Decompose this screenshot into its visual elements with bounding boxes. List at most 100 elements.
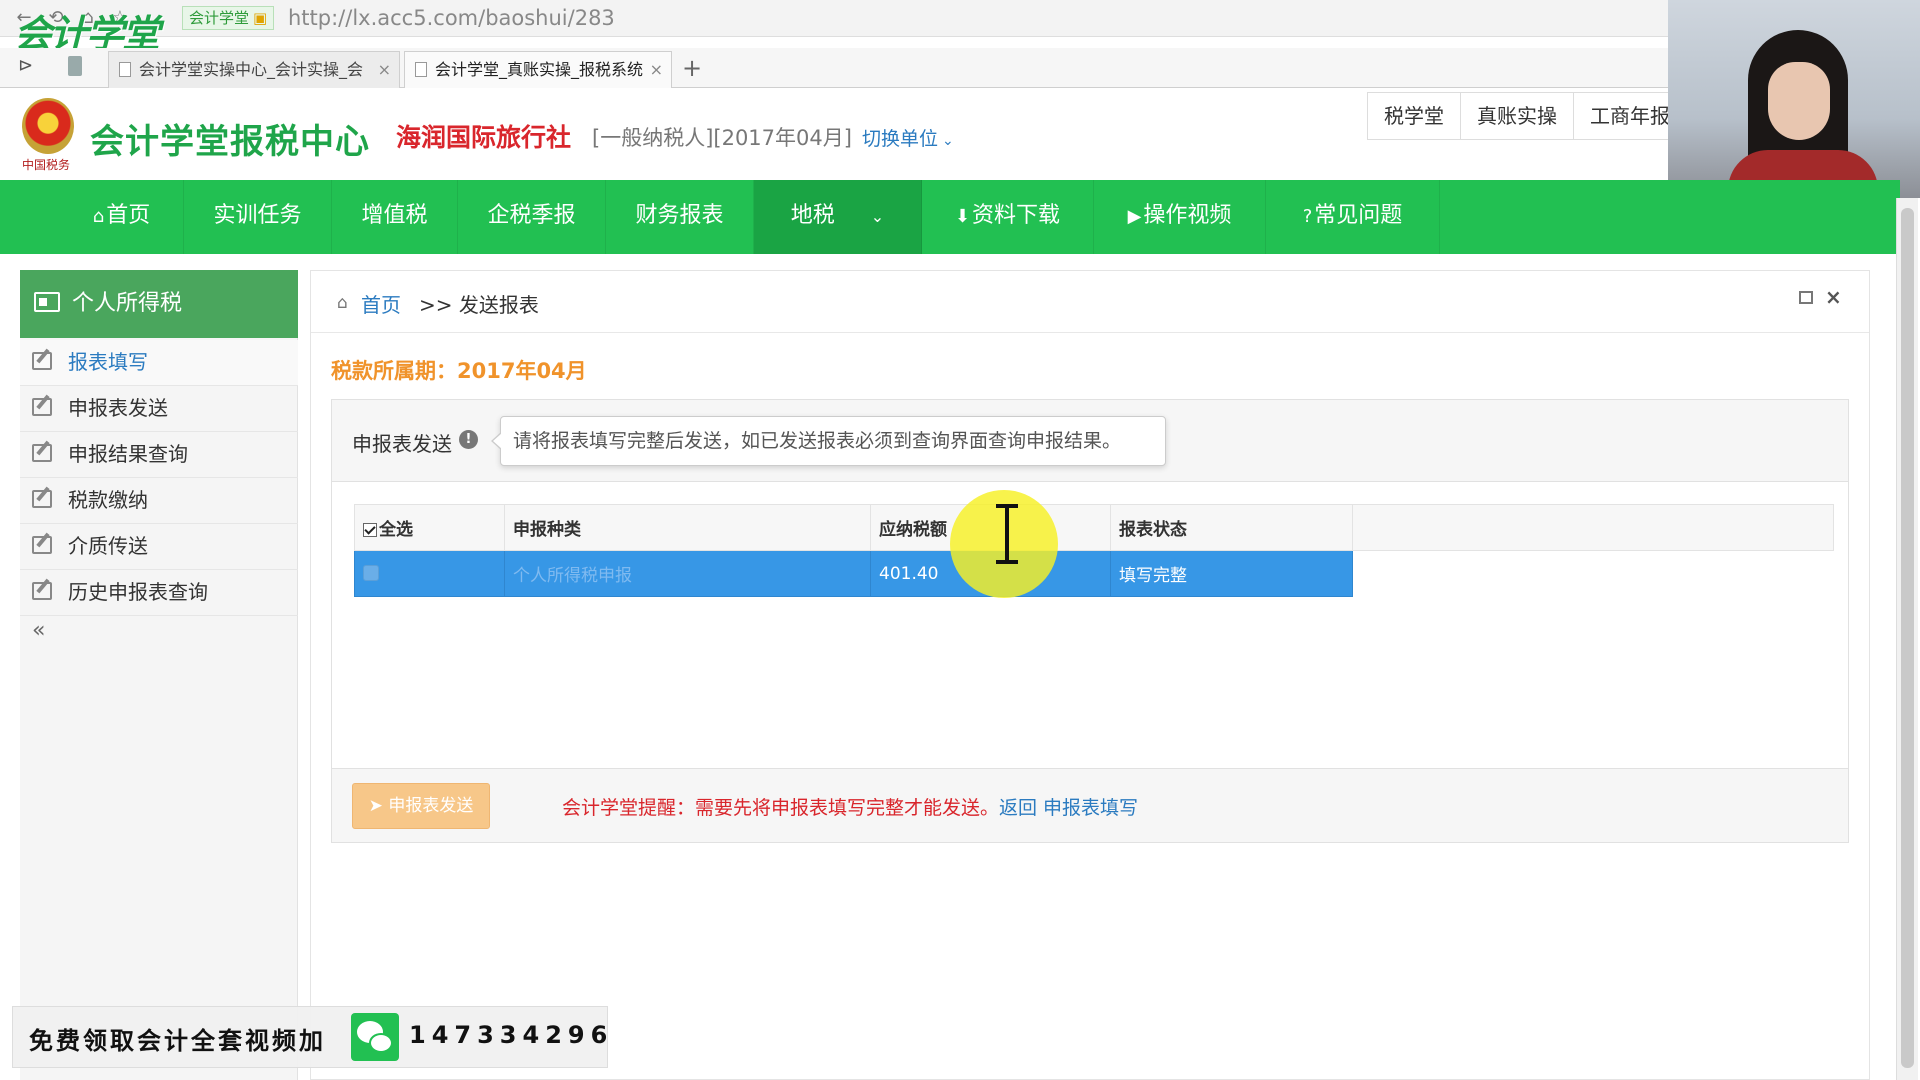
sidebar-item-tax-payment[interactable]: 税款缴纳 [20,478,298,524]
nav-financial-statements[interactable]: 财务报表 [606,180,754,254]
emblem-caption: 中国税务 [22,158,71,172]
sidebar-toggle-icon[interactable]: ⊳ [18,55,33,76]
sidebar-item-label: 税款缴纳 [68,488,148,512]
declaration-panel-footer: ➤ 申报表发送 会计学堂提醒：需要先将申报表填写完整才能发送。返回 申报表填写 [332,768,1848,842]
nav-local-tax[interactable]: 地税 ⌄ [754,180,922,254]
restore-window-icon[interactable] [1799,291,1813,304]
sidebar-item-label: 介质传送 [68,534,148,558]
select-all-checkbox[interactable] [363,523,377,537]
nav-label: 常见问题 [1314,203,1403,228]
nav-label: 地税 [790,203,835,228]
row-empty-cell [1352,550,1834,597]
page-scrollbar[interactable] [1896,198,1918,1080]
document-icon [119,62,131,77]
nav-tutorial-videos[interactable]: ▶操作视频 [1094,180,1266,254]
sidebar-item-send-report[interactable]: 申报表发送 [20,386,298,432]
home-icon: ⌂ [92,206,105,227]
declaration-panel-header: 申报表发送 ! 请将报表填写完整后发送，如已发送报表必须到查询界面查询申报结果。 [332,400,1848,482]
quick-link-group: 税学堂 真账实操 工商年报 [1367,92,1687,140]
certificate-icon: ▣ [253,9,268,27]
info-icon[interactable]: ! [459,430,478,449]
sidebar-item-fill-report[interactable]: 报表填写 [20,340,298,386]
sidebar-item-result-query[interactable]: 申报结果查询 [20,432,298,478]
promo-text: 免费领取会计全套视频加 [29,1027,326,1055]
table-row[interactable]: 个人所得税申报 401.40 填写完整 [354,550,1834,597]
sidebar-item-label: 申报结果查询 [68,442,188,466]
back-to-fill-link[interactable]: 返回 申报表填写 [999,797,1138,819]
row-checkbox[interactable] [363,564,379,581]
document-icon [415,62,427,77]
sidebar-item-label: 申报表发送 [68,396,168,420]
column-header-empty [1352,504,1834,551]
nav-home[interactable]: ⌂首页 [60,180,184,254]
scrollbar-thumb[interactable] [1901,208,1914,1068]
sidebar: 个人所得税 报表填写 申报表发送 申报结果查询 税款缴纳 介质传送 历史申报表查… [20,270,298,1080]
reminder-message: 会计学堂提醒：需要先将申报表填写完整才能发送。返回 申报表填写 [562,793,1138,820]
presenter-webcam-video [1668,0,1920,198]
promo-contact-number: 147334296 [409,1021,614,1049]
report-table: 全选 申报种类 应纳税额 报表状态 个人所得税申报 401.40 填写完整 [354,504,1834,597]
browser-tab[interactable]: 会计学堂实操中心_会计实操_会 × [108,51,400,88]
tax-emblem-logo [22,98,74,154]
table-header-row: 全选 申报种类 应纳税额 报表状态 [354,504,1834,551]
main-navigation: ⌂首页 实训任务 增值税 企税季报 财务报表 地税 ⌄ ⬇资料下载 ▶操作视频 ?… [0,180,1900,254]
home-icon: ⌂ [337,293,348,313]
quick-link-real-accounts[interactable]: 真账实操 [1460,92,1574,140]
switch-unit-link[interactable]: 切换单位 ⌄ [862,124,954,151]
row-select-cell[interactable] [354,550,505,597]
breadcrumb-home-link[interactable]: 首页 [361,289,401,318]
site-badge-label: 会计学堂 [189,9,250,27]
breadcrumb: ⌂ 首页 >> 发送报表 × [311,271,1869,333]
panel-title: 申报表发送 [352,432,452,456]
switch-unit-label: 切换单位 [862,128,939,150]
nav-downloads[interactable]: ⬇资料下载 [922,180,1094,254]
nav-label: 操作视频 [1143,203,1232,228]
browser-tab-active[interactable]: 会计学堂_真账实操_报税系统 × [404,51,672,88]
nav-training-tasks[interactable]: 实训任务 [184,180,332,254]
tax-period-label: 税款所属期：2017年04月 [331,359,587,383]
presenter-face [1768,62,1830,140]
send-declaration-button[interactable]: ➤ 申报表发送 [352,783,490,829]
company-name: 海润国际旅行社 [396,123,572,152]
nav-vat[interactable]: 增值税 [332,180,458,254]
send-button-label: 申报表发送 [388,796,474,816]
edit-icon [32,444,52,462]
declaration-send-panel: 申报表发送 ! 请将报表填写完整后发送，如已发送报表必须到查询界面查询申报结果。… [331,399,1849,843]
browser-tab-label: 会计学堂_真账实操_报税系统 [435,60,644,79]
site-title[interactable]: 会计学堂报税中心 [90,114,370,163]
address-bar[interactable]: http://lx.acc5.com/baoshui/283 [288,6,615,30]
edit-icon [32,352,52,370]
wechat-icon [351,1013,399,1061]
nav-label: 资料下载 [972,203,1061,228]
close-icon[interactable]: × [1825,285,1842,309]
select-all-header[interactable]: 全选 [354,504,505,551]
bookmark-icon[interactable] [68,56,82,76]
sidebar-item-label: 历史申报表查询 [68,580,208,604]
chevron-down-icon: ⌄ [942,133,954,149]
send-icon: ➤ [368,796,389,816]
site-identity-badge[interactable]: 会计学堂 ▣ [182,6,275,30]
company-info: [一般纳税人][2017年04月] [592,126,852,150]
collapse-sidebar-icon[interactable]: « [32,618,45,643]
id-card-icon [34,292,60,312]
nav-corporate-quarterly[interactable]: 企税季报 [458,180,606,254]
info-tooltip: 请将报表填写完整后发送，如已发送报表必须到查询界面查询申报结果。 [491,416,1166,466]
promo-banner: 免费领取会计全套视频加 147334296 [12,1006,608,1068]
nav-faq[interactable]: ?常见问题 [1266,180,1440,254]
browser-toolbar: ← ⟲ ⌂ ☆ 会计学堂 会计学堂 ▣ http://lx.acc5.com/baosh… [0,0,1920,56]
edit-icon [32,398,52,416]
sidebar-item-history-query[interactable]: 历史申报表查询 [20,570,298,616]
edit-icon [32,536,52,554]
report-status-cell: 填写完整 [1110,550,1353,597]
text-cursor-icon [992,502,1022,566]
close-tab-icon[interactable]: × [650,52,663,87]
question-circle-icon: ? [1302,206,1313,227]
close-tab-icon[interactable]: × [378,52,391,87]
sidebar-item-media-transfer[interactable]: 介质传送 [20,524,298,570]
sidebar-item-label: 报表填写 [68,350,148,374]
new-tab-icon[interactable]: + [682,54,702,82]
download-icon: ⬇ [954,206,971,227]
nav-label: 首页 [106,203,151,228]
quick-link-tax-school[interactable]: 税学堂 [1367,92,1461,140]
browser-tab-strip: ⊳ 会计学堂实操中心_会计实操_会 × 会计学堂_真账实操_报税系统 × + [0,48,1670,88]
